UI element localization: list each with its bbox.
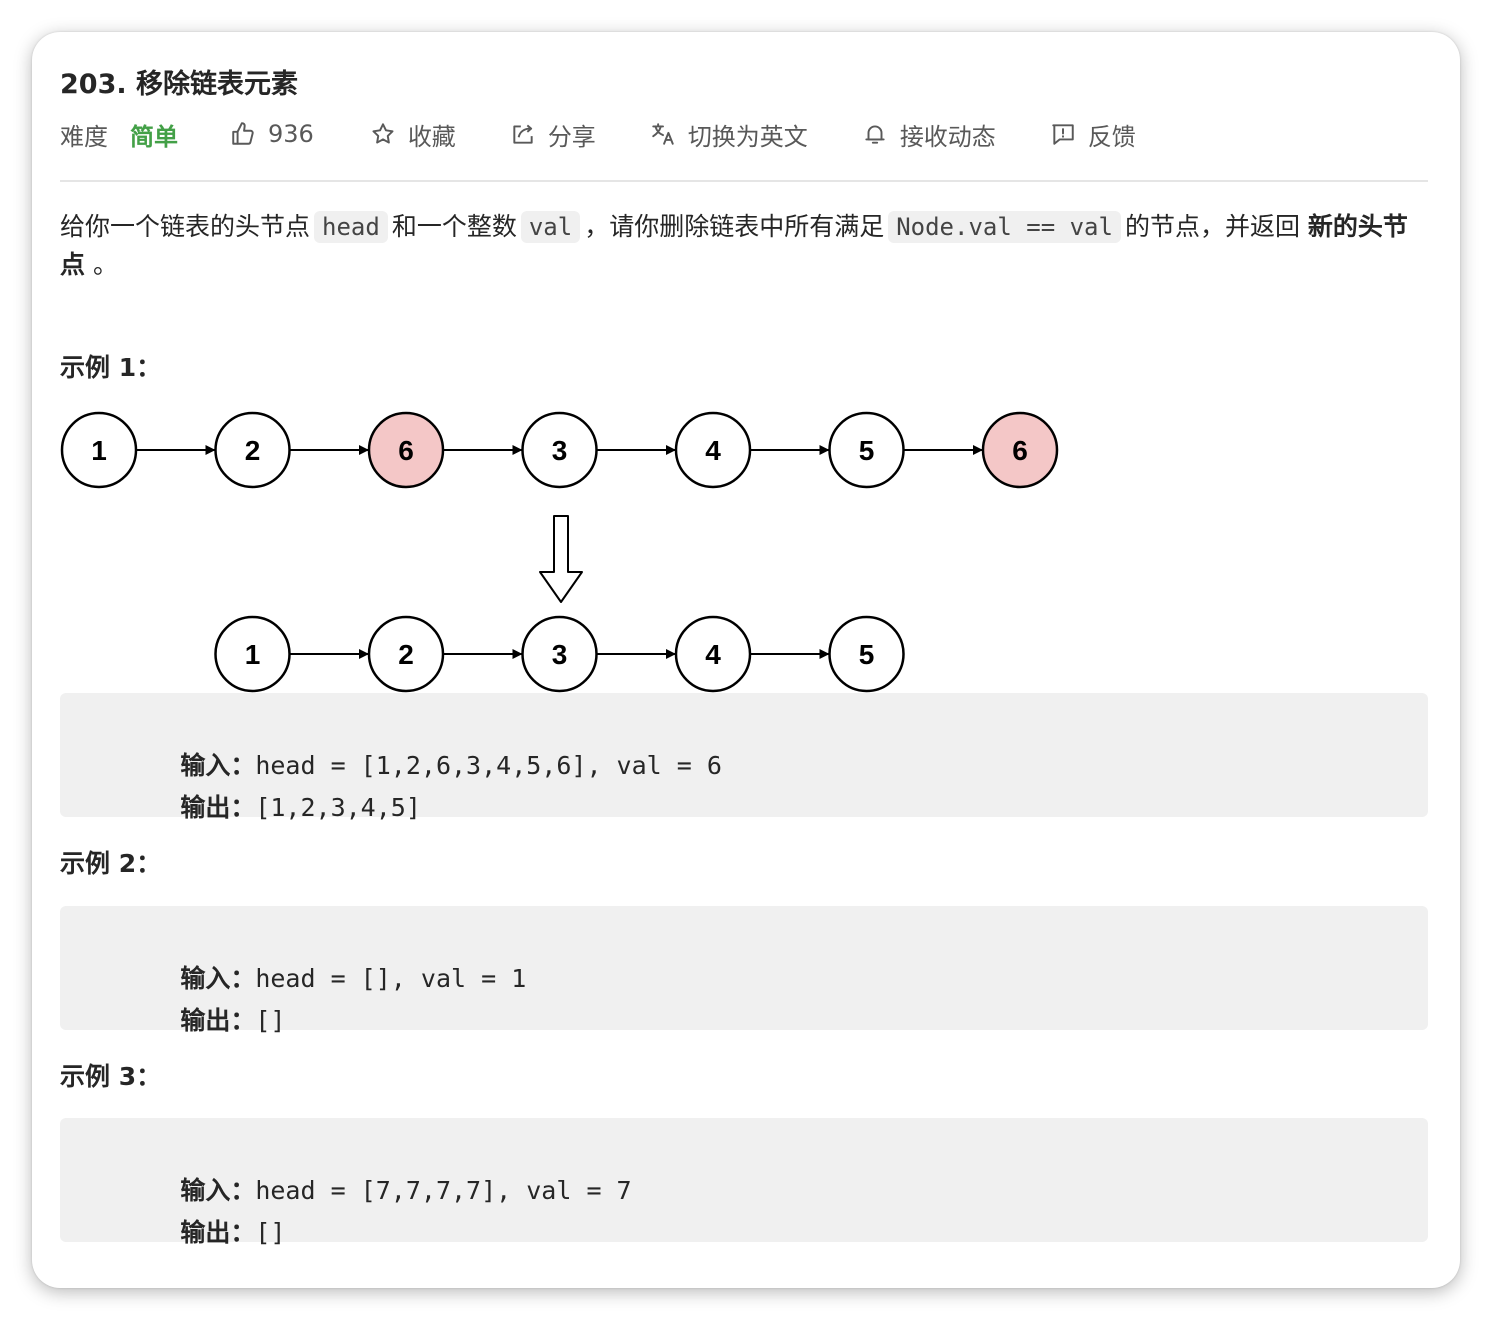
like-count: 936: [268, 120, 314, 148]
difficulty-label: 难度: [60, 122, 108, 151]
feedback-button[interactable]: 反馈: [1050, 117, 1136, 152]
after-node-label: 1: [245, 639, 261, 670]
example-3-title: 示例 3：: [60, 1062, 162, 1091]
difficulty-value: 简单: [130, 122, 178, 151]
output-label: 输出：: [180, 1218, 256, 1247]
before-node-label: 6: [1012, 435, 1028, 466]
output-value: [1,2,3,4,5]: [255, 793, 421, 822]
translate-icon: [650, 121, 676, 147]
problem-description: 给你一个链表的头节点 head 和一个整数 val ，请你删除链表中所有满足 Node.v…: [60, 208, 1428, 284]
feedback-label: 反馈: [1087, 122, 1136, 151]
example-3-output: 输出：[]: [90, 1184, 285, 1278]
problem-title: 203. 移除链表元素: [60, 69, 299, 100]
switch-language-button[interactable]: 切换为英文: [650, 117, 808, 152]
after-node-label: 2: [398, 639, 414, 670]
after-node-label: 5: [859, 639, 875, 670]
before-node-label: 2: [245, 435, 261, 466]
example-1-output: 输出：[1,2,3,4,5]: [90, 759, 421, 853]
share-button[interactable]: 分享: [510, 117, 596, 152]
share-icon: [510, 121, 536, 147]
input-value: head = [], val = 1: [255, 964, 527, 993]
switch-language-label: 切换为英文: [687, 122, 808, 151]
subscribe-button[interactable]: 接收动态: [862, 117, 996, 152]
transform-arrow-icon: [539, 515, 583, 603]
example-2-title: 示例 2：: [60, 849, 162, 878]
example-1-code-block: 输入：head = [1,2,6,3,4,5,6], val = 6 输出：[1…: [60, 693, 1428, 822]
bell-icon: [862, 121, 888, 147]
like-button[interactable]: 936: [230, 120, 314, 148]
thumbs-up-icon: [230, 121, 256, 147]
before-node-label: 5: [859, 435, 875, 466]
problem-card: 203. 移除链表元素 难度 简单 936 收藏 分享 切换为英文 接收动态 反…: [32, 32, 1460, 1288]
output-value: []: [255, 1218, 286, 1247]
feedback-icon: [1050, 121, 1076, 147]
desc-text: 给你一个链表的头节点: [60, 212, 311, 241]
header-divider: [60, 180, 1428, 182]
example-2-code-block: 输入：head = [], val = 1 输出：[]: [60, 906, 1428, 1035]
output-value: []: [255, 1006, 286, 1035]
before-node-label: 3: [552, 435, 568, 466]
star-icon: [370, 121, 396, 147]
desc-text: 和一个整数: [391, 212, 517, 241]
problem-meta-bar: 难度 简单 936 收藏 分享 切换为英文 接收动态 反馈: [60, 116, 1136, 152]
before-node-label: 4: [705, 435, 721, 466]
after-node-label: 3: [552, 639, 568, 670]
output-label: 输出：: [180, 1006, 256, 1035]
desc-text: ，请你删除链表中所有满足: [584, 212, 885, 241]
inline-code-condition: Node.val == val: [888, 211, 1121, 243]
inline-code-head: head: [314, 211, 388, 243]
subscribe-label: 接收动态: [899, 122, 996, 151]
inline-code-val: val: [520, 211, 581, 243]
example-3-code-block: 输入：head = [7,7,7,7], val = 7 输出：[]: [60, 1118, 1428, 1247]
example-1-title: 示例 1：: [60, 353, 162, 382]
linked-list-diagram: 1 2 6 3 4 5 6 1 2 3 4 5: [60, 411, 1059, 693]
favorite-button[interactable]: 收藏: [370, 117, 456, 152]
after-node-label: 4: [705, 639, 721, 670]
favorite-label: 收藏: [407, 122, 456, 151]
share-label: 分享: [547, 122, 596, 151]
desc-text: 的节点，并返回: [1124, 212, 1300, 241]
before-node-label: 1: [91, 435, 107, 466]
input-value: head = [7,7,7,7], val = 7: [255, 1176, 632, 1205]
example-2-output: 输出：[]: [90, 972, 285, 1066]
desc-text: 。: [92, 250, 118, 279]
before-node-label: 6: [398, 435, 414, 466]
output-label: 输出：: [180, 793, 256, 822]
